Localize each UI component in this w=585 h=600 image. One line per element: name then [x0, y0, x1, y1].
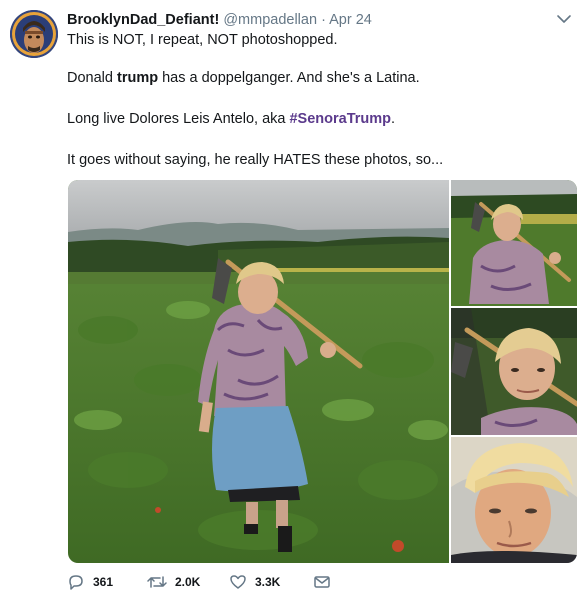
retweet-count: 2.0K	[175, 575, 201, 589]
avatar[interactable]	[10, 10, 58, 58]
separator: ·	[321, 12, 326, 28]
chevron-down-icon[interactable]	[555, 10, 573, 28]
reply-count: 361	[93, 575, 114, 589]
direct-message-button[interactable]	[313, 571, 331, 593]
hashtag-link[interactable]: #SenoraTrump	[289, 111, 391, 127]
text-segment: Donald	[67, 70, 117, 86]
text-segment: Long live Dolores Leis Antelo, aka	[67, 111, 290, 127]
photo-side-2[interactable]	[451, 308, 577, 435]
reply-icon	[67, 573, 85, 591]
user-handle[interactable]: @mmpadellan	[223, 12, 317, 28]
tweet-actions: 361 2.0K 3.3K	[67, 571, 367, 593]
photo-side-1[interactable]	[451, 180, 577, 306]
tweet-line-4: It goes without saying, he really HATES …	[67, 152, 444, 168]
envelope-icon	[313, 573, 331, 591]
bold-word: trump	[116, 70, 159, 86]
retweet-icon	[147, 573, 167, 591]
display-name[interactable]: BrooklynDad_Defiant!	[67, 12, 219, 28]
photo-side-3[interactable]	[451, 437, 577, 563]
text-segment: .	[391, 111, 396, 127]
tweet-line-3: Long live Dolores Leis Antelo, aka #Seno…	[67, 109, 395, 129]
tweet-header: BrooklynDad_Defiant! @mmpadellan · Apr 2…	[67, 10, 545, 30]
text-segment: has a doppelganger. And she's a Latina.	[158, 70, 420, 86]
media-grid	[68, 180, 577, 563]
reply-button[interactable]: 361	[67, 571, 113, 593]
tweet: BrooklynDad_Defiant! @mmpadellan · Apr 2…	[0, 0, 585, 600]
tweet-line-1: This is NOT, I repeat, NOT photoshopped.	[67, 32, 338, 48]
tweet-line-2: Donald trump has a doppelganger. And she…	[67, 68, 420, 88]
like-button[interactable]: 3.3K	[229, 571, 280, 593]
tweet-date[interactable]: Apr 24	[329, 12, 372, 28]
photo-main[interactable]	[68, 180, 449, 563]
retweet-button[interactable]: 2.0K	[147, 571, 200, 593]
like-count: 3.3K	[255, 575, 281, 589]
heart-icon	[229, 573, 247, 591]
